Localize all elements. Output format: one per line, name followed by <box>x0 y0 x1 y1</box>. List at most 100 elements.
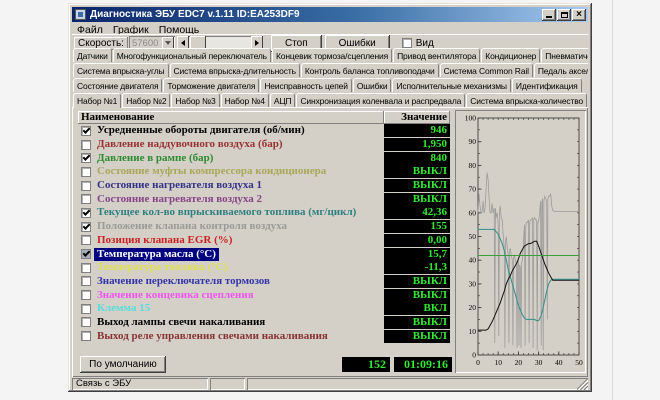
svg-text:90: 90 <box>469 137 477 146</box>
table-body: Усредненные обороты двигателя (об/мин)94… <box>78 124 450 343</box>
svg-text:20: 20 <box>469 303 477 312</box>
row-value: 0,00 <box>384 234 450 247</box>
row-label: Давление в рампе (бар) <box>94 152 216 165</box>
table-row[interactable]: Температура топлива (°C)-11,3 <box>78 261 450 275</box>
tab[interactable]: Система Common Rail <box>440 63 533 77</box>
view-checkbox-label: Вид <box>416 38 434 49</box>
svg-text:100: 100 <box>465 114 477 123</box>
table-row[interactable]: Выход лампы свечи накаливанияВЫКЛ <box>78 316 450 330</box>
table-row[interactable]: Температура масла (°C)15,7 <box>78 247 450 261</box>
row-value: ВЫКЛ <box>384 179 450 192</box>
default-button[interactable]: По умолчанию <box>80 356 166 373</box>
table-row[interactable]: Усредненные обороты двигателя (об/мин)94… <box>78 124 450 138</box>
tab[interactable]: Синхронизация коленвала и распредвала <box>296 93 465 107</box>
tab[interactable]: Набор №4 <box>221 93 269 107</box>
checkbox-cell <box>78 153 94 163</box>
checkbox-cell <box>78 235 94 245</box>
tab[interactable]: Контроль баланса топливоподачи <box>301 63 439 77</box>
checkbox-cell <box>78 304 94 314</box>
table-row[interactable]: Давление в рампе (бар)840 <box>78 151 450 165</box>
row-checkbox[interactable] <box>81 140 91 150</box>
maximize-button[interactable] <box>557 9 571 21</box>
row-checkbox[interactable] <box>81 194 91 204</box>
speed-value: 57600 <box>129 38 162 49</box>
table-row[interactable]: Выход реле управления свечами накаливани… <box>78 329 450 343</box>
tab[interactable]: Ошибки <box>353 78 392 92</box>
checkbox-cell <box>78 249 94 259</box>
tab[interactable]: Идентификация <box>512 78 582 92</box>
close-button[interactable]: × <box>572 9 586 21</box>
table-row[interactable]: Давление наддувочного воздуха (бар)1,950 <box>78 138 450 152</box>
tab[interactable]: Состояние двигателя <box>73 78 162 92</box>
header-name[interactable]: Наименование <box>78 111 384 124</box>
tab[interactable]: Система впрыска-длительность <box>170 63 300 77</box>
tab[interactable]: Педаль акселератора <box>534 63 588 77</box>
row-checkbox-checked[interactable] <box>81 153 91 163</box>
row-value: 15,7 <box>384 248 450 261</box>
row-checkbox[interactable] <box>81 304 91 314</box>
tab[interactable]: Торможение двигателя <box>163 78 259 92</box>
row-checkbox[interactable] <box>81 290 91 300</box>
row-checkbox[interactable] <box>81 181 91 191</box>
tab[interactable]: Система впрыска-количество <box>466 93 587 107</box>
view-checkbox-group: Вид <box>402 38 434 49</box>
line-chart: 010203040500102030405060708090100 <box>457 112 584 371</box>
row-checkbox[interactable] <box>81 317 91 327</box>
row-checkbox[interactable] <box>81 167 91 177</box>
tab[interactable]: Исполнительные механизмы <box>392 78 510 92</box>
tab[interactable]: Пневматическая система <box>541 48 588 62</box>
row-checkbox[interactable] <box>81 235 91 245</box>
tab-row-4: Набор №1Набор №2Набор №3Набор №4АЦПСинхр… <box>73 93 588 108</box>
tab[interactable]: Привод вентилятора <box>393 48 480 62</box>
table-row[interactable]: Состояние нагревателя воздуха 2ВЫКЛ <box>78 192 450 206</box>
tab[interactable]: Кондиционер <box>481 48 540 62</box>
row-label: Давление наддувочного воздуха (бар) <box>94 138 286 151</box>
view-checkbox[interactable] <box>402 38 412 48</box>
tab[interactable]: Набор №3 <box>171 93 219 107</box>
tab[interactable]: Концевик тормоза/сцепления <box>272 48 392 62</box>
row-value: 946 <box>384 124 450 137</box>
parameter-table: Наименование Значение Усредненные оборот… <box>78 111 450 343</box>
tab-active[interactable]: Набор №1 <box>73 93 121 108</box>
checkbox-cell <box>78 181 94 191</box>
table-row[interactable]: Состояние нагревателя воздуха 1 ВЫКЛ <box>78 179 450 193</box>
header-value[interactable]: Значение <box>384 111 450 124</box>
tab[interactable]: Набор №2 <box>122 93 170 107</box>
minimize-button[interactable] <box>542 9 556 21</box>
table-row[interactable]: Значение переключателя тормозовВЫКЛ <box>78 275 450 289</box>
row-checkbox[interactable] <box>81 331 91 341</box>
tab[interactable]: Система впрыска-углы <box>73 63 169 77</box>
maximize-icon <box>561 12 568 18</box>
title-bar[interactable]: Диагностика ЭБУ EDC7 v.1.11 ID:EA253DF9 … <box>72 7 588 22</box>
row-label: Значение концевика сцепления <box>94 289 257 302</box>
tab[interactable]: Неисправность цепей <box>260 78 352 92</box>
table-row[interactable]: Значение концевика сцепленияВЫКЛ <box>78 288 450 302</box>
svg-text:10: 10 <box>469 327 477 336</box>
row-checkbox-checked[interactable] <box>81 222 91 232</box>
row-value: ВКЛ <box>384 302 450 315</box>
minimize-icon <box>546 16 552 18</box>
row-value: -11,3 <box>384 261 450 274</box>
chart-panel: 010203040500102030405060708090100 <box>455 110 586 373</box>
row-checkbox-checked[interactable] <box>81 249 91 259</box>
svg-text:30: 30 <box>469 279 477 288</box>
table-row[interactable]: Состояние муфты компрессора кондиционера… <box>78 165 450 179</box>
tab[interactable]: АЦП <box>270 93 296 107</box>
row-checkbox-checked[interactable] <box>81 126 91 136</box>
table-row[interactable]: Клемма 15 ВКЛ <box>78 302 450 316</box>
table-row[interactable]: Положение клапана контроля воздуха155 <box>78 220 450 234</box>
tab[interactable]: Многофункциональный переключатель <box>113 48 271 62</box>
row-checkbox-checked[interactable] <box>81 208 91 218</box>
resize-grip[interactable] <box>577 379 588 390</box>
row-value: ВЫКЛ <box>384 316 450 329</box>
row-checkbox[interactable] <box>81 263 91 273</box>
row-value: 155 <box>384 220 450 233</box>
tab[interactable]: Датчики <box>73 48 112 62</box>
table-row[interactable]: Текущее кол-во впрыскиваемого топлива (м… <box>78 206 450 220</box>
table-row[interactable]: Позиция клапана EGR (%)0,00 <box>78 234 450 248</box>
row-label: Состояние нагревателя воздуха 1 <box>94 179 265 192</box>
row-checkbox[interactable] <box>81 276 91 286</box>
row-label: Клемма 15 <box>94 302 153 315</box>
app-icon <box>75 9 86 20</box>
desktop-edge-line <box>612 0 613 400</box>
